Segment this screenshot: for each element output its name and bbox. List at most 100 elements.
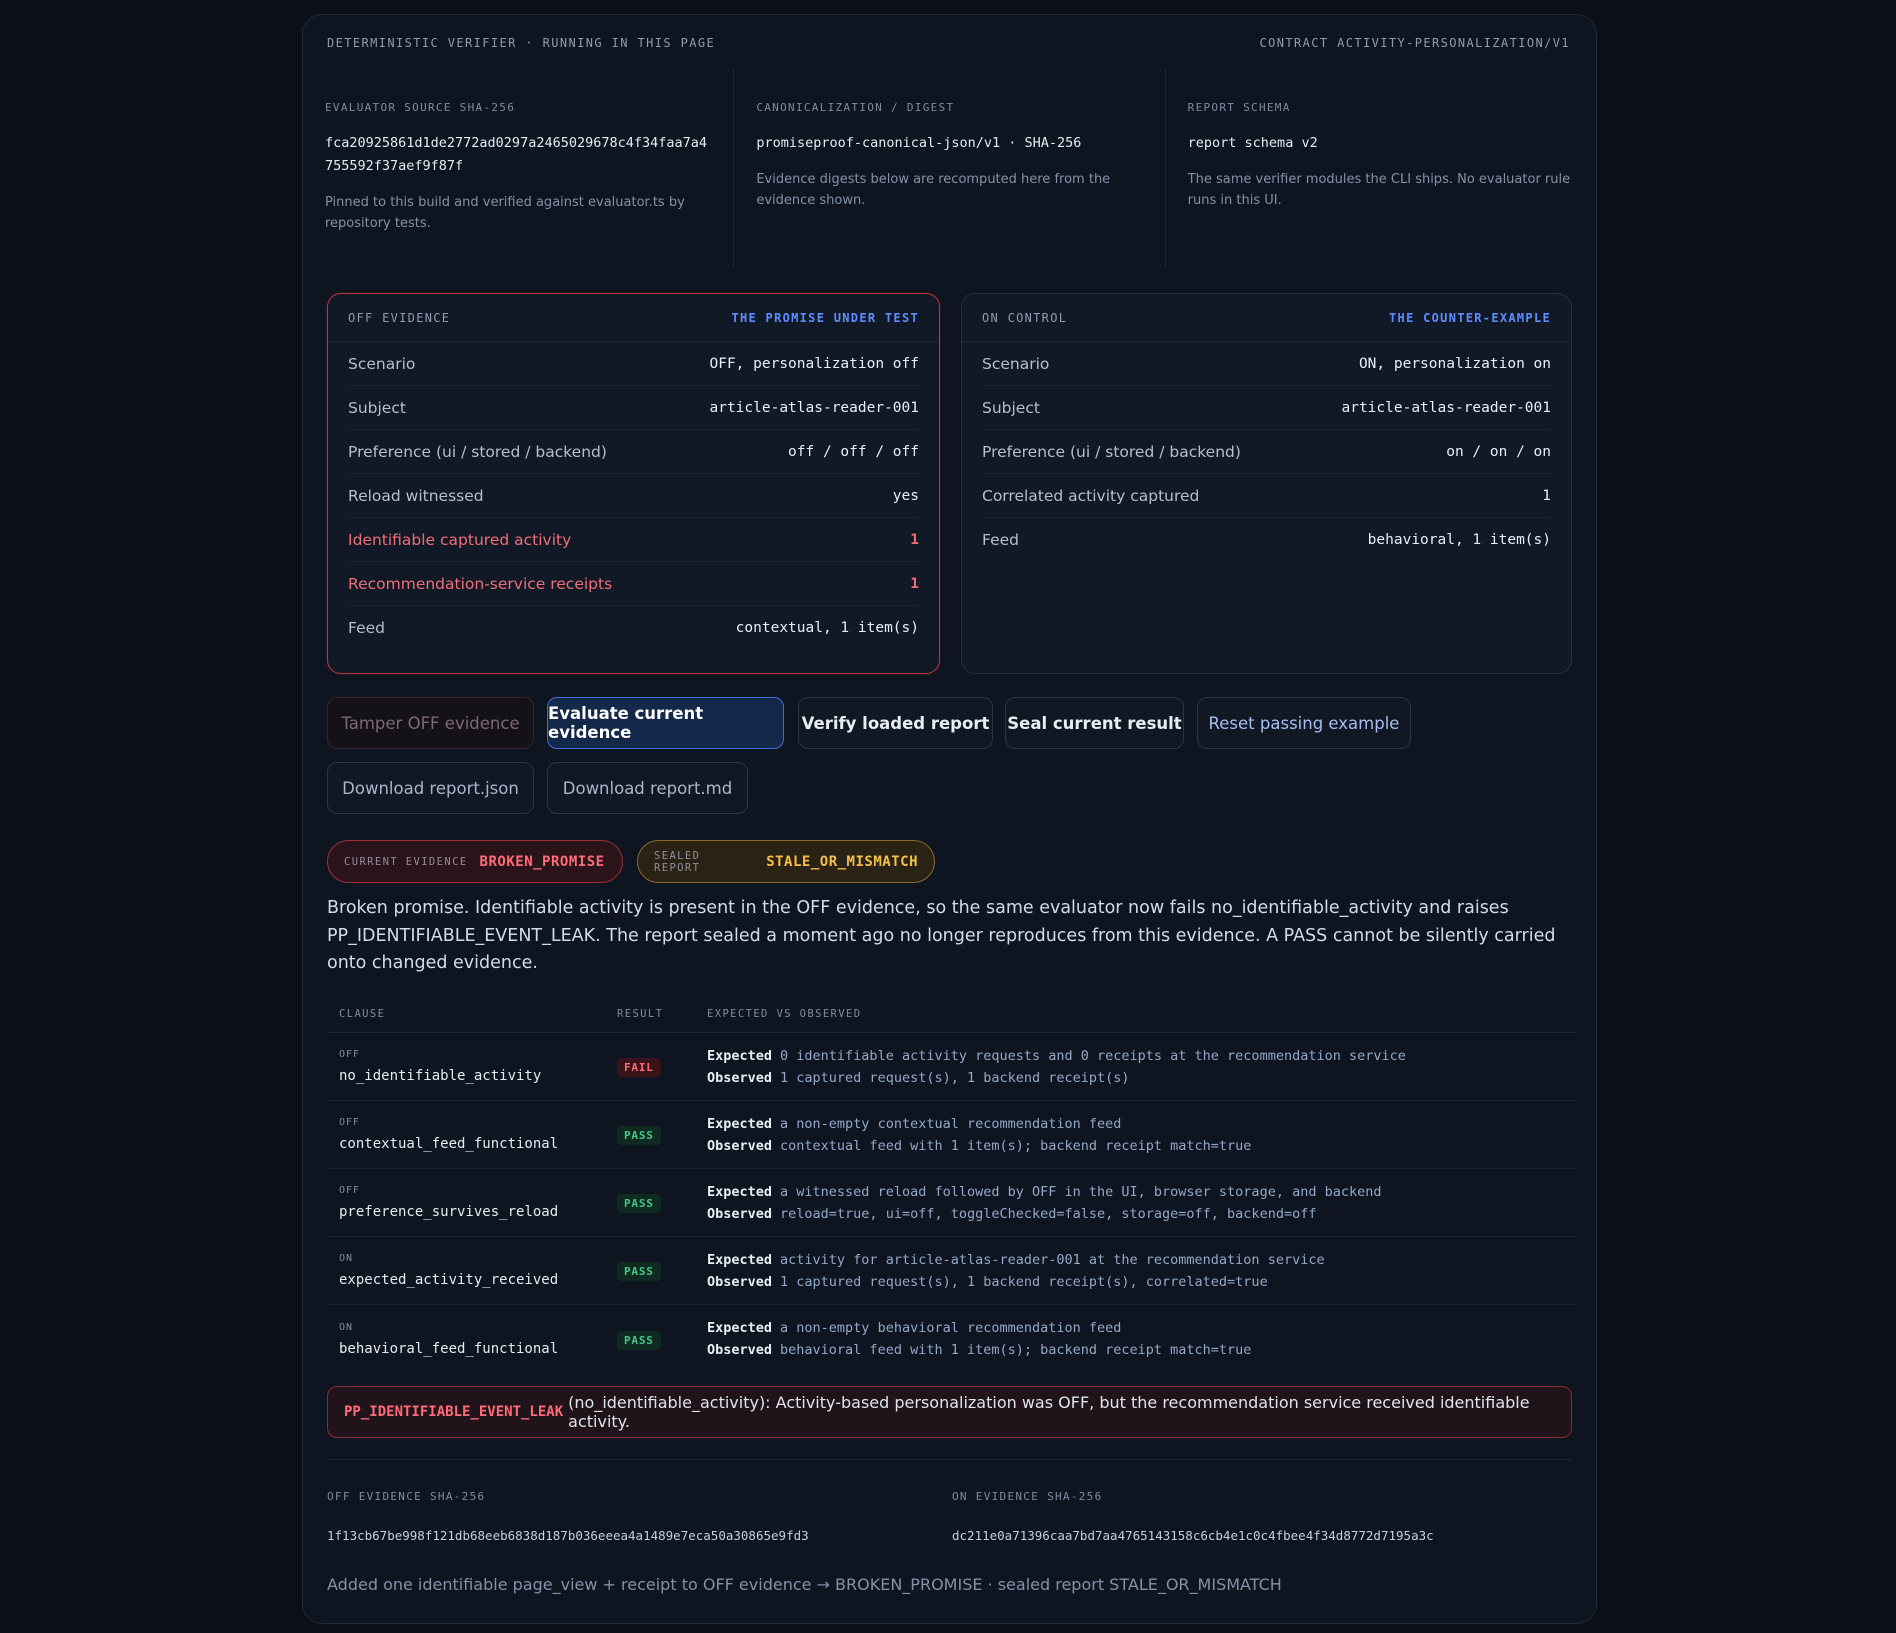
card-header: OFF EVIDENCE THE PROMISE UNDER TEST [328,294,939,342]
divider [327,1459,1572,1460]
row-value: OFF, personalization off [709,355,919,372]
off-evidence-card: OFF EVIDENCE THE PROMISE UNDER TEST Scen… [327,293,940,674]
card-header: ON CONTROL THE COUNTER-EXAMPLE [962,294,1571,342]
verify-loaded-report-button[interactable]: Verify loaded report [798,697,993,749]
table-row: OFF preference_survives_reload PASS Expec… [327,1169,1577,1237]
row-key: Subject [982,398,1040,417]
evidence-row-violation: Recommendation-service receipts 1 [348,562,919,606]
clause-name: contextual_feed_functional [339,1136,559,1152]
clause-name: preference_survives_reload [339,1204,559,1220]
card-tag: THE PROMISE UNDER TEST [731,310,919,325]
result-pill: PASS [617,1262,661,1281]
row-key: Correlated activity captured [982,486,1200,505]
card-title: ON CONTROL [982,310,1068,325]
row-key: Reload witnessed [348,486,484,505]
download-report-json-button[interactable]: Download report.json [327,762,534,814]
table-header: CLAUSE RESULT EXPECTED VS OBSERVED [327,995,1577,1033]
table-row: OFF contextual_feed_functional PASS Expec… [327,1101,1577,1169]
event-log-footer: Added one identifiable page_view + recei… [327,1575,1282,1594]
table-row: ON expected_activity_received PASS Expect… [327,1237,1577,1305]
violation-alert: PP_IDENTIFIABLE_EVENT_LEAK (no_identifia… [327,1386,1572,1438]
badge-value: STALE_OR_MISMATCH [766,853,918,870]
card-title: OFF EVIDENCE [348,310,451,325]
row-value: behavioral, 1 item(s) [1367,532,1551,548]
row-value: article-atlas-reader-001 [709,399,919,416]
observed-text: contextual feed with 1 item(s); backend … [780,1137,1252,1154]
evidence-digests: OFF EVIDENCE SHA-256 1f13cb67be998f121db… [327,1490,1577,1543]
verdict-summary: Broken promise. Identifiable activity is… [327,898,1556,973]
badge-label: CURRENT EVIDENCE [344,855,468,868]
row-value: 1 [910,575,919,592]
meta-canonicalization: CANONICALIZATION / DIGEST promiseproof-c… [734,69,1166,267]
expected-text: a non-empty behavioral recommendation fe… [780,1320,1122,1336]
expected-text: a non-empty contextual recommendation fe… [780,1115,1122,1132]
clause-name: behavioral_feed_functional [339,1340,559,1357]
meta-value: fca20925861d1de2772ad0297a2465029678c4f3… [325,135,708,174]
meta-value: report schema v2 [1187,135,1318,151]
evaluate-current-evidence-button[interactable]: Evaluate current evidence [547,697,784,749]
row-value: 1 [910,531,919,548]
download-report-md-button[interactable]: Download report.md [547,762,748,814]
verifier-status: DETERMINISTIC VERIFIER · RUNNING IN THIS… [327,36,716,50]
expected-label: Expected [707,1047,773,1064]
seal-current-result-button[interactable]: Seal current result [1005,697,1184,749]
observed-label: Observed [707,1342,773,1358]
result-pill: PASS [617,1194,661,1213]
meta-evaluator-source: EVALUATOR SOURCE SHA-256 fca20925861d1de… [303,69,735,267]
observed-text: 1 captured request(s), 1 backend receipt… [780,1273,1268,1290]
row-value: yes [892,487,919,504]
meta-label: EVALUATOR SOURCE SHA-256 [325,101,516,114]
expected-text: 0 identifiable activity requests and 0 r… [780,1047,1406,1064]
evidence-row: Feed contextual, 1 item(s) [348,606,919,650]
row-key: Subject [348,398,406,417]
card-tag: THE COUNTER-EXAMPLE [1389,310,1551,325]
evidence-row: Scenario OFF, personalization off [348,342,919,386]
violation-code: PP_IDENTIFIABLE_EVENT_LEAK [344,1404,564,1420]
clause-side: ON [339,1321,354,1333]
row-key: Scenario [348,354,416,373]
digest-label: ON EVIDENCE SHA-256 [952,1490,1103,1503]
clause-side: OFF [339,1185,361,1196]
evidence-row: Preference (ui / stored / backend) off / … [348,430,919,474]
evidence-row: Preference (ui / stored / backend) on / o… [982,430,1551,474]
meta-strip: EVALUATOR SOURCE SHA-256 fca20925861d1de… [303,69,1596,267]
row-key: Recommendation-service receipts [348,574,613,593]
reset-passing-example-button[interactable]: Reset passing example [1197,697,1411,749]
expected-observed-header: EXPECTED VS OBSERVED [707,1007,862,1020]
evidence-row: Reload witnessed yes [348,474,919,518]
expected-label: Expected [707,1183,773,1200]
row-key: Feed [982,531,1019,549]
digest-label: OFF EVIDENCE SHA-256 [327,1490,486,1503]
meta-note: Pinned to this build and verified agains… [325,195,685,231]
row-value: 1 [1542,487,1551,504]
observed-label: Observed [707,1069,773,1086]
evidence-row-violation: Identifiable captured activity 1 [348,518,919,562]
clause-header: CLAUSE [339,1007,386,1020]
violation-text: (no_identifiable_activity): Activity-bas… [568,1393,1530,1431]
observed-text: 1 captured request(s), 1 backend receipt… [780,1069,1130,1086]
table-row: OFF no_identifiable_activity FAIL Expecte… [327,1033,1577,1101]
observed-label: Observed [707,1137,773,1154]
tamper-off-evidence-button[interactable]: Tamper OFF evidence [327,697,534,749]
observed-text: behavioral feed with 1 item(s); backend … [780,1342,1252,1358]
digest-value: dc211e0a71396caa7bd7aa4765143158c6cb4e1c… [952,1528,1434,1543]
clause-name: no_identifiable_activity [339,1068,542,1084]
row-key: Scenario [982,354,1050,373]
badge-value: BROKEN_PROMISE [479,853,605,870]
row-value: contextual, 1 item(s) [735,620,919,636]
sealed-report-badge: SEALED REPORT STALE_OR_MISMATCH [637,840,935,883]
expected-label: Expected [707,1115,773,1132]
clause-side: OFF [339,1117,361,1128]
badge-label: SEALED REPORT [654,849,701,874]
clause-side: ON [339,1253,354,1264]
meta-value: promiseproof-canonical-json/v1 · SHA-256 [756,135,1082,151]
result-pill: FAIL [617,1058,661,1077]
expected-text: a witnessed reload followed by OFF in th… [780,1183,1382,1200]
off-evidence-digest: OFF EVIDENCE SHA-256 1f13cb67be998f121db… [327,1490,952,1543]
meta-label: CANONICALIZATION / DIGEST [756,101,955,114]
expected-label: Expected [707,1251,773,1268]
observed-label: Observed [707,1205,773,1222]
row-key: Identifiable captured activity [348,530,572,549]
evidence-row: Scenario ON, personalization on [982,342,1551,386]
row-value: ON, personalization on [1358,355,1551,372]
